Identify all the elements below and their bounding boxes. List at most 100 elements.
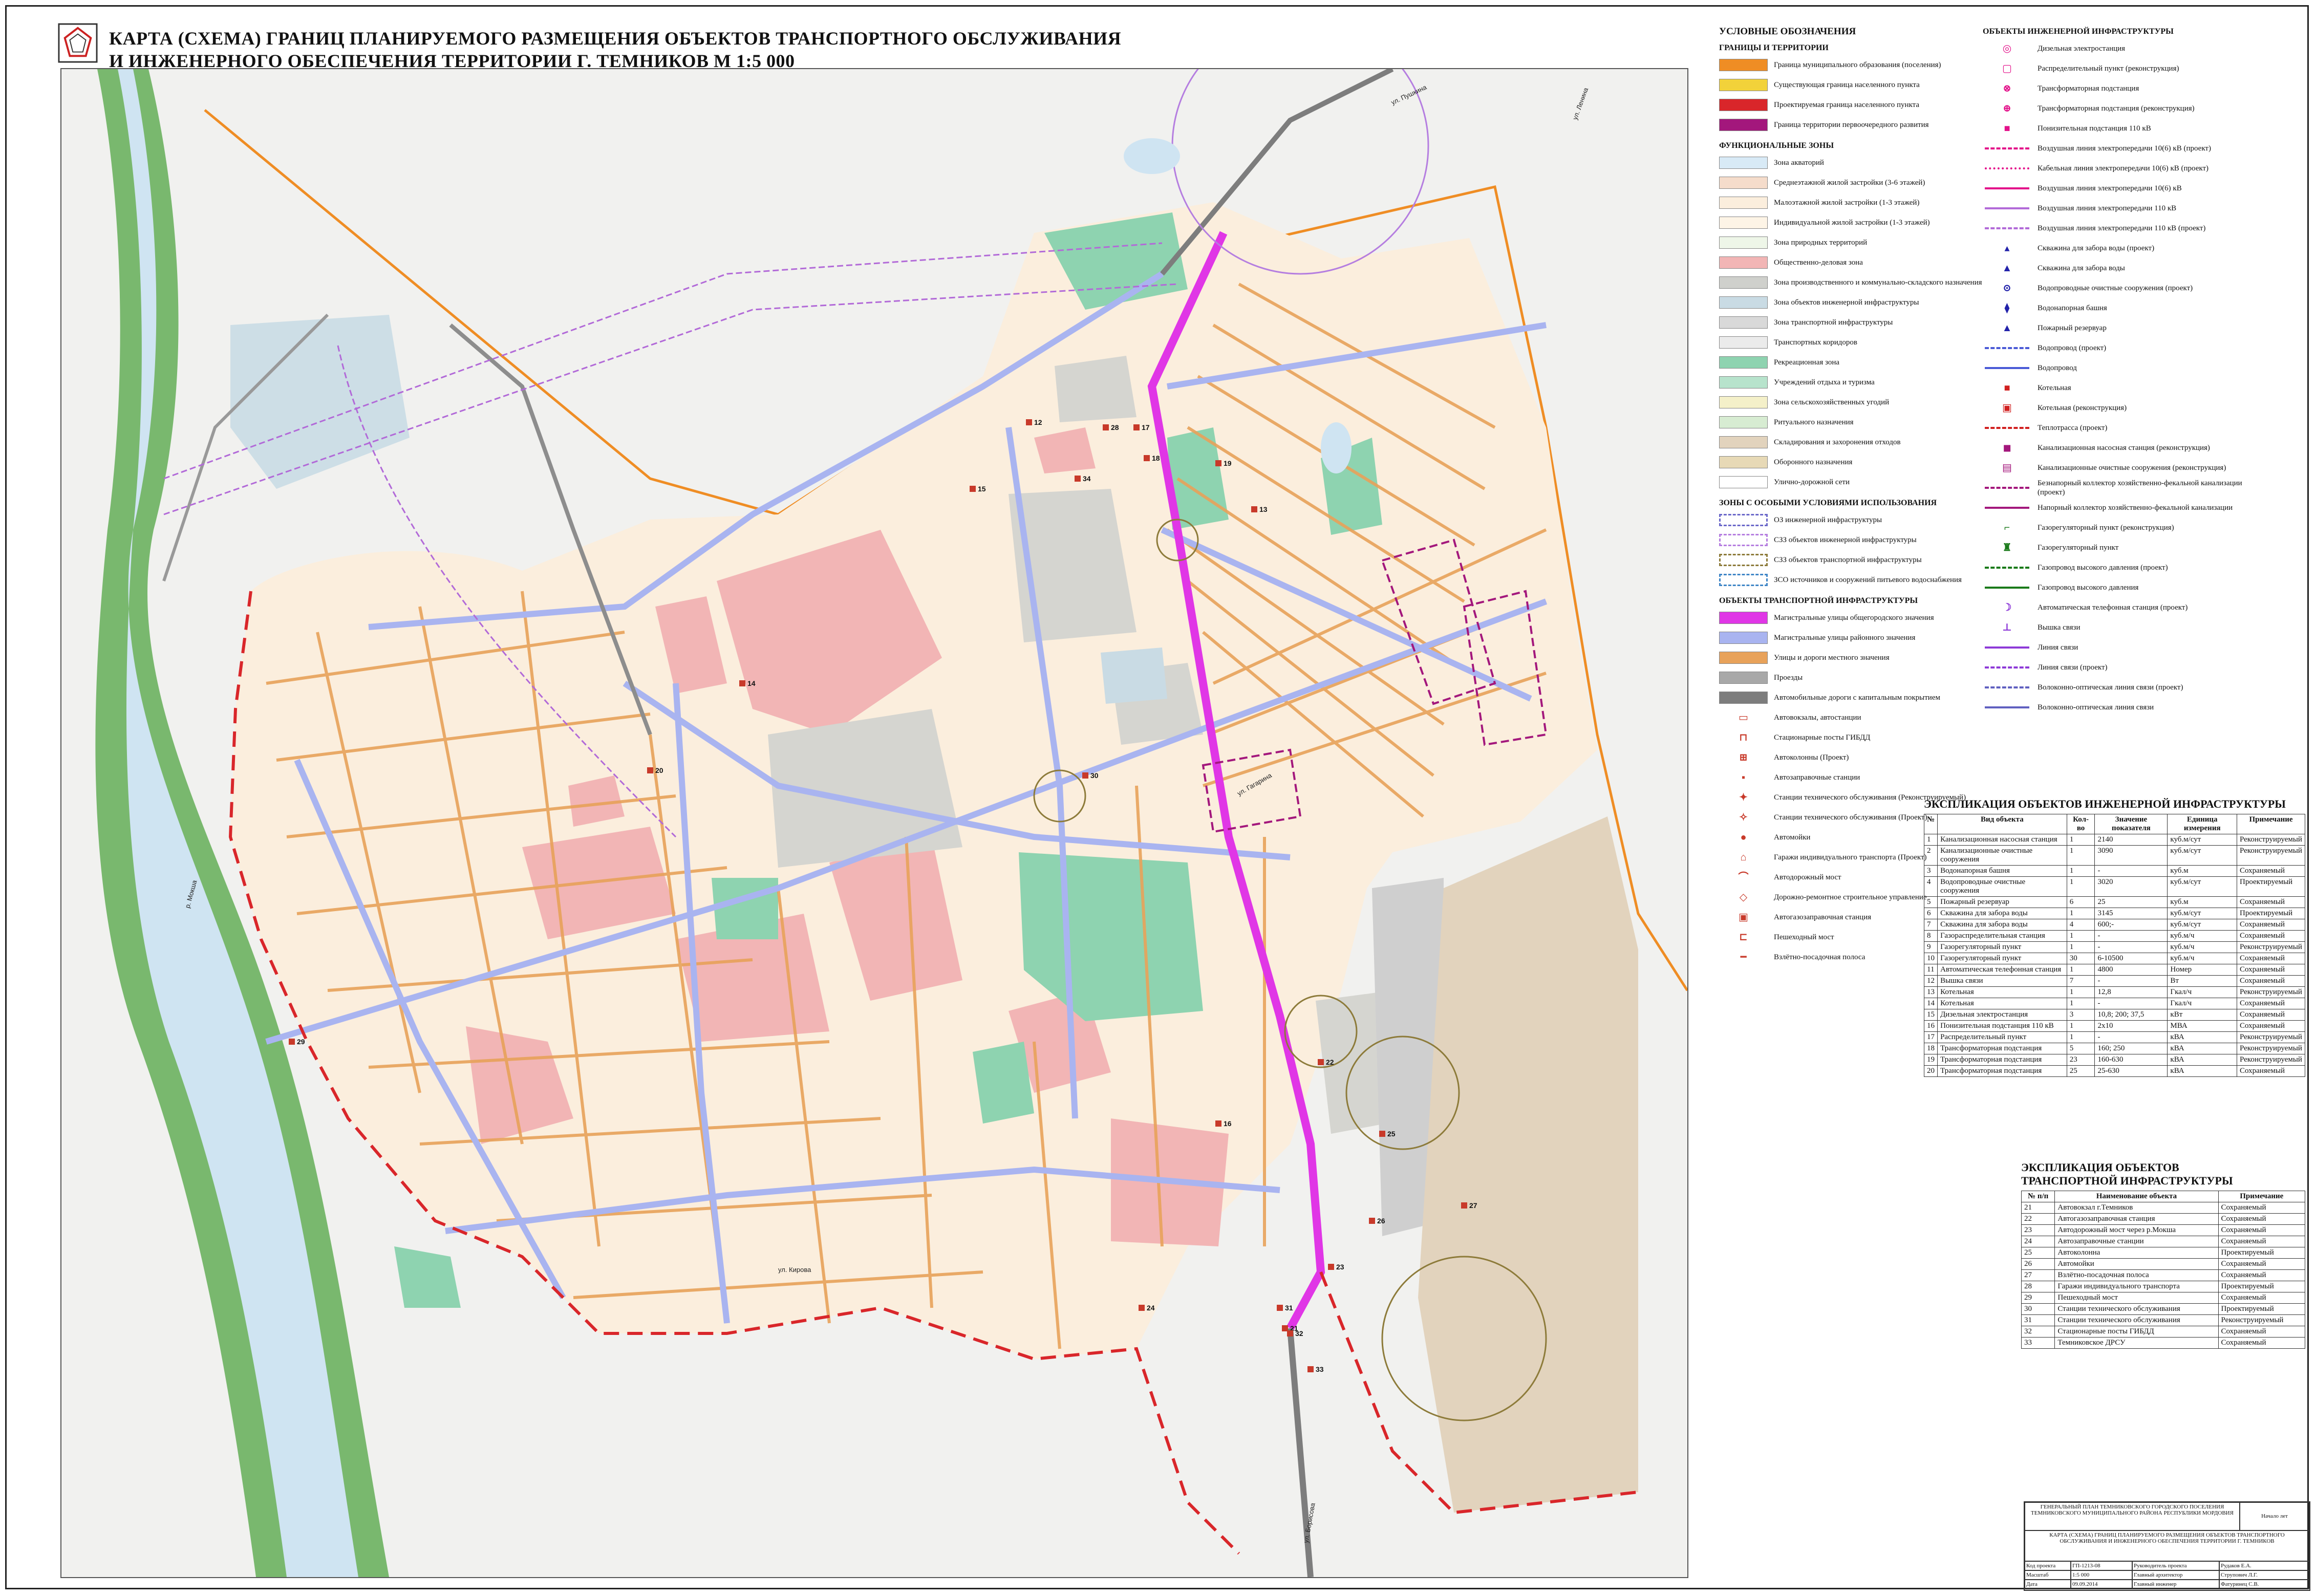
legend-engineering-label: Воздушная линия электропередачи 10(6) кВ… xyxy=(2038,144,2211,153)
eng-table-block: ЭКСПЛИКАЦИЯ ОБЪЕКТОВ ИНЖЕНЕРНОЙ ИНФРАСТР… xyxy=(1923,797,2308,1077)
legend-transport-symbol-icon: ⌒ xyxy=(1738,872,1749,883)
eng-table-cell: Номер xyxy=(2167,964,2237,976)
legend-transport-item: ⊓ Стационарные посты ГИБДД xyxy=(1719,728,1985,747)
legend-engineering-line-swatch xyxy=(1983,661,2031,674)
legend-zone-swatch xyxy=(1719,276,1768,289)
legend-engineering-item: Газопровод высокого давления xyxy=(1983,578,2269,597)
legend-engineering-label: Котельная (реконструкция) xyxy=(2038,404,2127,412)
map-canvas[interactable]: р. Мокша ул. Пушкина ул. Ленина ул. Бори… xyxy=(61,69,1687,1577)
eng-table-cell: 25 xyxy=(2094,896,2168,908)
legend-zone-label: Ритуального назначения xyxy=(1774,418,1854,426)
legend-zone-label: Оборонного назначения xyxy=(1774,458,1853,466)
legend-boundary-swatch xyxy=(1719,59,1768,71)
eng-table-cell: Котельная xyxy=(1937,986,2067,998)
map-object-number: 33 xyxy=(1316,1365,1324,1373)
map-frame[interactable]: р. Мокша ул. Пушкина ул. Ленина ул. Бори… xyxy=(60,68,1688,1578)
legend-engineering-line-swatch xyxy=(1983,222,2031,234)
eng-table-row: 5 Пожарный резервуар 6 25 куб.м Сохраняемый xyxy=(1923,896,2305,908)
eng-table-cell: Газорегуляторный пункт xyxy=(1937,953,2067,964)
tr-table-row: 22 Автогазозаправочная станция Сохраняемый xyxy=(2021,1213,2306,1225)
legend-boundary-item: Граница территории первоочередного разви… xyxy=(1719,116,1985,134)
legend-zone-item: Зона акваторий xyxy=(1719,154,1985,172)
legend-zone-item: Транспортных коридоров xyxy=(1719,333,1985,352)
eng-table-cell: Проектируемый xyxy=(2237,908,2305,919)
legend-transport-label: Автовокзалы, автостанции xyxy=(1774,714,1861,722)
tr-table-row: 23 Автодорожный мост через р.Мокша Сохраня… xyxy=(2021,1224,2306,1236)
legend-engineering-line-swatch xyxy=(1983,562,2031,574)
legend-zones-title: ФУНКЦИОНАЛЬНЫЕ ЗОНЫ xyxy=(1719,141,1834,150)
legend-boundary-swatch xyxy=(1719,79,1768,91)
legend-zone-item: Учреждений отдыха и туризма xyxy=(1719,373,1985,392)
map-object-marker-icon xyxy=(1215,1120,1221,1127)
tr-table-cell: Сохраняемый xyxy=(2218,1326,2306,1338)
eng-table-cell: 1 xyxy=(2066,941,2095,953)
eng-table-cell: Трансформаторная подстанция xyxy=(1937,1054,2067,1066)
legend-engineering-item: ▲ Скважина для забора воды xyxy=(1983,259,2269,277)
legend-engineering-item: Линия связи (проект) xyxy=(1983,658,2269,677)
legend-engineering-item: ⌐ Газорегуляторный пункт (реконструкция) xyxy=(1983,519,2269,537)
eng-table-cell: Трансформаторная подстанция xyxy=(1937,1065,2067,1077)
tr-table-cell: Стационарные посты ГИБДД xyxy=(2054,1326,2219,1338)
street-label-btm2: ул. Кирова xyxy=(778,1266,811,1274)
stamp-cell: 1:5 000 xyxy=(2071,1570,2132,1580)
legend-special-label: ОЗ инженерной инфраструктуры xyxy=(1774,516,1882,524)
eng-table-cell: 4 xyxy=(2066,919,2095,931)
legend-engineering-line-swatch xyxy=(1983,162,2031,175)
legend-engineering-symbol-icon: ▢ xyxy=(2002,63,2012,74)
legend-zone-item: Зона производственного и коммунально-скл… xyxy=(1719,273,1985,292)
legend-transport-item: ▪ Автозаправочные станции xyxy=(1719,768,1985,787)
map-object-marker-icon xyxy=(1133,424,1140,430)
title-line-1: КАРТА (СХЕМА) ГРАНИЦ ПЛАНИРУЕМОГО РАЗМЕЩ… xyxy=(109,28,1122,49)
eng-table-cell: Сохраняемый xyxy=(2237,998,2305,1009)
legend-special-item: СЗЗ объектов транспортной инфраструктуры xyxy=(1719,551,1985,569)
legend-transport-swatch xyxy=(1719,672,1768,684)
tr-table-title-2: ТРАНСПОРТНОЙ ИНФРАСТРУКТУРЫ xyxy=(2021,1174,2233,1187)
eng-table-cell: 1 xyxy=(2066,845,2095,866)
legend-transport-item: ▭ Автовокзалы, автостанции xyxy=(1719,708,1985,727)
tr-table-row: 27 Взлётно-посадочная полоса Сохраняемый xyxy=(2021,1269,2306,1281)
eng-table-row: 6 Скважина для забора воды 1 3145 куб.м/сут П… xyxy=(1923,908,2305,919)
legend-zone-swatch xyxy=(1719,316,1768,329)
map-object-marker-icon xyxy=(739,680,745,686)
eng-table-cell: 13 xyxy=(1923,986,1938,998)
eng-table-cell: Канализационная насосная станция xyxy=(1937,834,2067,846)
eng-table-cell: куб.м xyxy=(2167,865,2237,877)
legend-engineering-label: Водонапорная башня xyxy=(2038,304,2107,312)
tr-table-cell: Проектируемый xyxy=(2218,1303,2306,1315)
legend-engineering-label: Кабельная линия электропередачи 10(6) кВ… xyxy=(2038,164,2209,172)
eng-table-cell: 23 xyxy=(2066,1054,2095,1066)
map-object-number: 23 xyxy=(1336,1263,1344,1271)
map-object-marker-icon xyxy=(1082,772,1088,779)
legend-engineering-label: Понизительная подстанция 110 кВ xyxy=(2038,124,2151,133)
eng-table-header-cell: Единица измерения xyxy=(2167,814,2237,834)
legend-engineering-label: Газопровод высокого давления (проект) xyxy=(2038,564,2168,572)
eng-table-cell: 1 xyxy=(2066,1020,2095,1032)
eng-table-row: 15 Дизельная электростанция 3 10,8; 200; 37… xyxy=(1923,1009,2305,1021)
eng-table-title: ЭКСПЛИКАЦИЯ ОБЪЕКТОВ ИНЖЕНЕРНОЙ ИНФРАСТР… xyxy=(1924,797,2286,810)
legend-engineering-item: Воздушная линия электропередачи 10(6) кВ xyxy=(1983,179,2269,198)
map-object-marker-icon xyxy=(1103,424,1109,430)
eng-table-cell: 1 xyxy=(2066,998,2095,1009)
legend-engineering-symbol-icon: ⊥ xyxy=(2002,622,2012,633)
eng-table-cell: Сохраняемый xyxy=(2237,1020,2305,1032)
eng-table-cell: 25 xyxy=(2066,1065,2095,1077)
legend-engineering-label: Воздушная линия электропередачи 110 кВ (… xyxy=(2038,224,2206,232)
eng-table-cell: 1 xyxy=(2066,834,2095,846)
eng-table-cell: Сохраняемый xyxy=(2237,865,2305,877)
eng-table-cell: 9 xyxy=(1923,941,1938,953)
tr-table-cell: 30 xyxy=(2021,1303,2055,1315)
legend-boundaries-title: ГРАНИЦЫ И ТЕРРИТОРИИ xyxy=(1719,44,1829,52)
map-object-marker-icon xyxy=(1139,1305,1145,1311)
legend-engineering-line-swatch xyxy=(1983,182,2031,195)
eng-table-row: 18 Трансформаторная подстанция 5 160; 250 кВ… xyxy=(1923,1043,2305,1054)
legend-boundary-label: Граница территории первоочередного разви… xyxy=(1774,121,1929,129)
eng-table-cell: Гкал/ч xyxy=(2167,986,2237,998)
legend-zone-label: Учреждений отдыха и туризма xyxy=(1774,378,1875,386)
legend-zone-swatch xyxy=(1719,256,1768,269)
legend-engineering-item: Напорный коллектор хозяйственно-фекально… xyxy=(1983,499,2269,517)
map-object-number: 16 xyxy=(1224,1119,1232,1128)
eng-table-cell: - xyxy=(2094,865,2168,877)
legend-zone-label: Зона объектов инженерной инфраструктуры xyxy=(1774,298,1919,307)
eng-table-cell: 1 xyxy=(2066,964,2095,976)
legend-engineering-item: ⊙ Водопроводные очистные сооружения (прое… xyxy=(1983,279,2269,297)
